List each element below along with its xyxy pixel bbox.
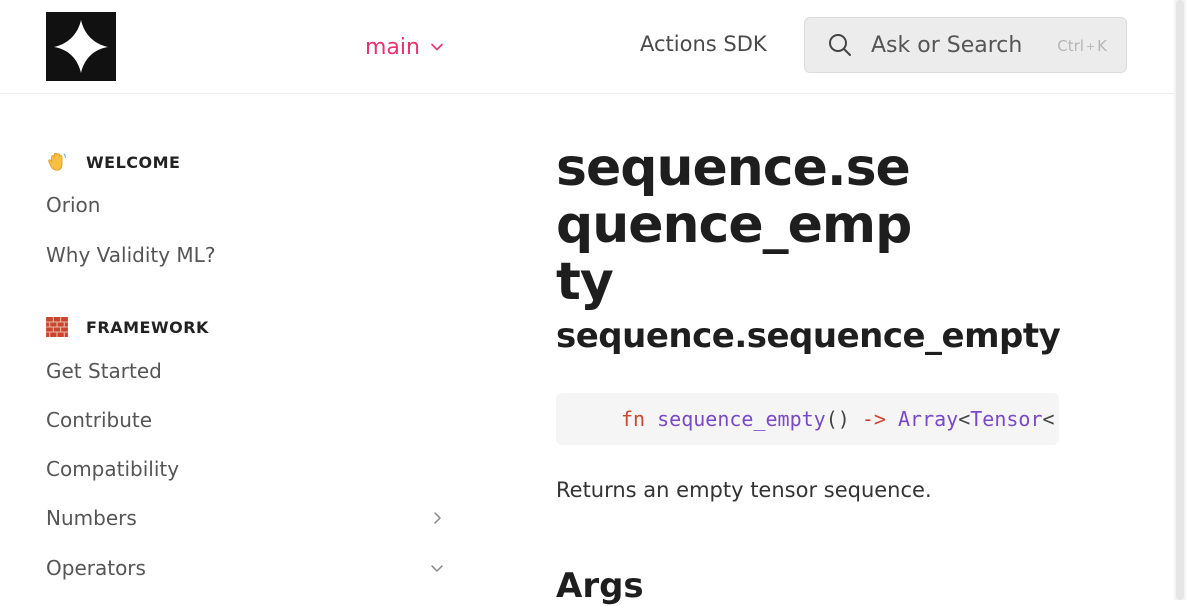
code-angle: < [958,407,971,431]
code-function-name: sequence_empty [657,407,826,431]
code-keyword: fn [621,407,646,431]
section-framework: FRAMEWORK [46,315,209,339]
section-heading: sequence.sequence_empty [556,316,1061,356]
shortcut-sep: + [1085,39,1096,53]
sidebar-item-get-started[interactable]: Get Started [46,356,450,386]
sidebar-item-label: Numbers [46,506,137,530]
sidebar-item-why-validity-ml[interactable]: Why Validity ML? [46,240,450,270]
branch-label: main [365,34,420,60]
branch-selector[interactable]: main [365,32,444,62]
code-type-array: Array [898,407,959,431]
sidebar-item-contribute[interactable]: Contribute [46,405,450,435]
shortcut-key: K [1097,37,1107,55]
sidebar-item-orion[interactable]: Orion [46,190,450,220]
search-shortcut: Ctrl + K [1057,37,1107,55]
scrollbar-thumb[interactable] [1176,0,1184,600]
sidebar-item-label: Operators [46,556,146,580]
shortcut-mod: Ctrl [1057,37,1084,55]
waving-hand-icon [46,150,72,174]
section-title: WELCOME [86,152,181,172]
page-scrollbar[interactable] [1174,0,1186,600]
search-placeholder: Ask or Search [871,32,1023,58]
section-welcome: WELCOME [46,150,180,174]
star-logo-icon[interactable] [46,12,116,81]
code-angle: < [1042,407,1055,431]
description: Returns an empty tensor sequence. [556,478,932,502]
search-icon [829,34,851,56]
sidebar-item-operators[interactable]: Operators [46,553,450,583]
sidebar-item-label: Contribute [46,408,153,432]
nav-link-actions-sdk[interactable]: Actions SDK [640,32,767,56]
sidebar-item-numbers[interactable]: Numbers [46,503,450,533]
sidebar-item-label: Get Started [46,359,162,383]
args-heading: Args [556,566,644,606]
code-arrow: -> [861,407,886,431]
sidebar-item-label: Compatibility [46,457,180,481]
section-title: FRAMEWORK [86,317,209,337]
search-box[interactable]: Ask or Search Ctrl + K [804,17,1127,73]
sidebar-item-label: Orion [46,193,101,217]
code-type-tensor: Tensor [970,407,1043,431]
sidebar-item-label: Why Validity ML? [46,243,216,267]
chevron-right-icon[interactable] [430,511,444,525]
page-title: sequence.sequence_empty [556,138,912,312]
code-parens: () [825,407,850,431]
code-block[interactable]: fn sequence_empty() -> Array<Tensor< [556,393,1059,445]
brick-icon [46,315,72,339]
chevron-down-icon[interactable] [430,561,444,575]
sidebar-item-compatibility[interactable]: Compatibility [46,454,450,484]
top-header: main Actions SDK Ask or Search Ctrl + K [0,0,1174,94]
chevron-down-icon [431,43,443,51]
